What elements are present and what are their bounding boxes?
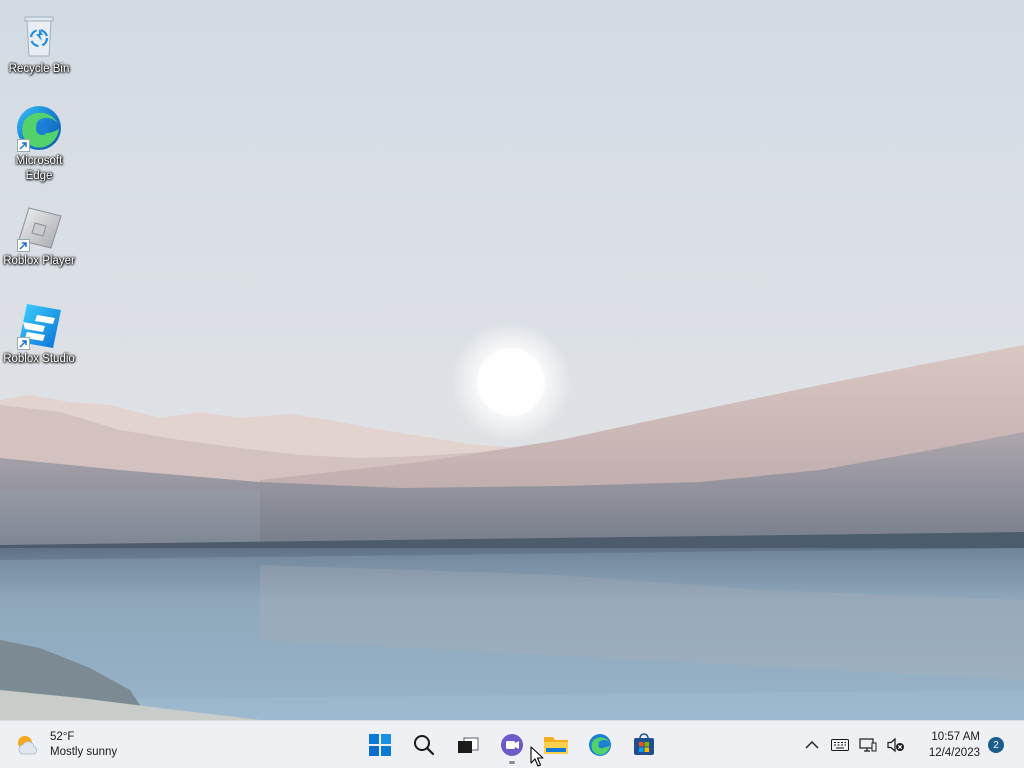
desktop-icon-recycle-bin[interactable]: Recycle Bin (0, 12, 78, 77)
desktop-icon-roblox-player[interactable]: Roblox Player (0, 204, 78, 269)
running-indicator (509, 761, 515, 764)
roblox-player-icon (15, 204, 63, 252)
shortcut-arrow-icon (17, 139, 30, 152)
desktop-icon-label: Recycle Bin (8, 63, 70, 75)
clock-date: 12/4/2023 (928, 747, 980, 759)
weather-condition: Mostly sunny (50, 746, 118, 758)
edge-icon (15, 104, 63, 152)
shortcut-arrow-icon (17, 239, 30, 252)
taskbar: 52°F Mostly sunny 10:57 AM 12/4/2023 2 (0, 720, 1024, 768)
store-icon (634, 733, 654, 755)
start-button[interactable] (358, 725, 402, 765)
network-button[interactable] (854, 729, 882, 761)
show-hidden-icons-button[interactable] (798, 729, 826, 761)
search-button[interactable] (402, 725, 446, 765)
task-view-icon (458, 737, 479, 753)
weather-temperature: 52°F (50, 731, 75, 743)
weather-widget[interactable]: 52°F Mostly sunny (14, 729, 117, 761)
network-icon (859, 738, 877, 752)
edge-icon (589, 734, 611, 756)
roblox-studio-icon (15, 302, 63, 350)
windows-start-icon (369, 734, 391, 756)
shortcut-arrow-icon (17, 337, 30, 350)
notification-badge[interactable]: 2 (988, 737, 1004, 753)
input-indicator-button[interactable] (826, 729, 854, 761)
folder-icon (544, 737, 568, 754)
clock-time: 10:57 AM (931, 731, 980, 743)
keyboard-icon (831, 739, 849, 751)
sun-cloud-icon (18, 736, 37, 755)
edge-taskbar-button[interactable] (578, 725, 622, 765)
task-view-button[interactable] (446, 725, 490, 765)
system-tray: 10:57 AM 12/4/2023 2 (798, 721, 1024, 768)
desktop-icon-label: Roblox Player (3, 255, 75, 267)
mouse-cursor-icon (530, 746, 544, 767)
clock[interactable]: 10:57 AM 12/4/2023 (918, 729, 980, 761)
chat-button[interactable] (490, 725, 534, 765)
volume-muted-icon (887, 737, 904, 753)
store-button[interactable] (622, 725, 666, 765)
desktop-wallpaper (0, 0, 1024, 720)
taskbar-apps (358, 725, 666, 765)
desktop-icon-microsoft-edge[interactable]: Microsoft Edge (0, 104, 78, 184)
desktop-icon-roblox-studio[interactable]: Roblox Studio (0, 302, 78, 367)
desktop-icon-label: Roblox Studio (3, 353, 75, 365)
desktop-icon-label: Microsoft Edge (15, 155, 63, 182)
search-icon (414, 735, 435, 756)
volume-button[interactable] (882, 729, 910, 761)
chevron-up-icon (805, 741, 819, 749)
chat-icon (501, 734, 523, 756)
recycle-bin-icon (15, 12, 63, 60)
